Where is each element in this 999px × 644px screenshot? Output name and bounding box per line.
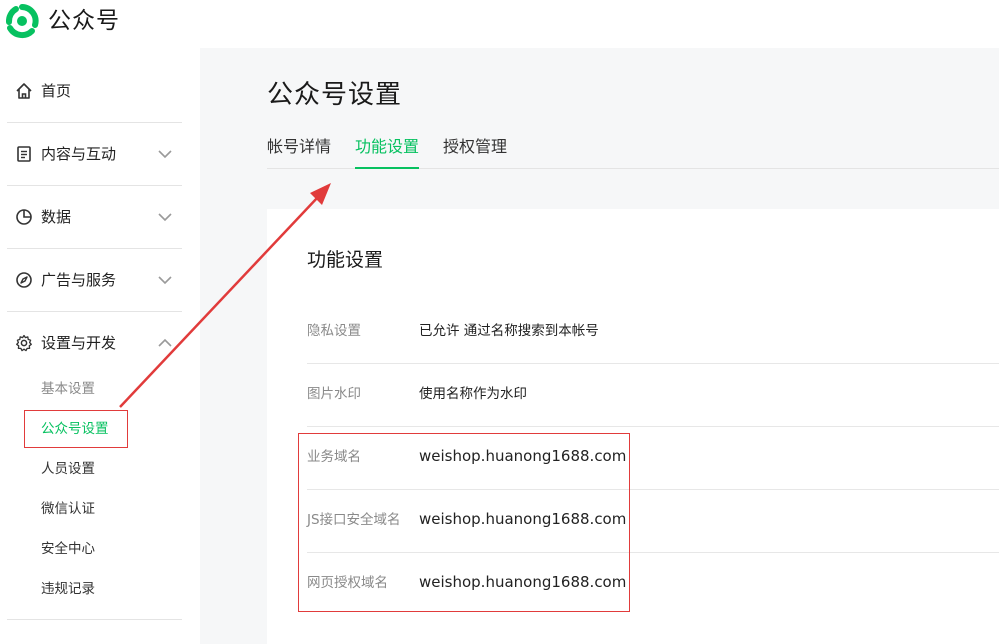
sidebar-item-label: 首页	[41, 82, 72, 100]
brand-title: 公众号	[48, 8, 120, 34]
sidebar-subitem-violation-records[interactable]: 违规记录	[41, 579, 95, 599]
annotation-highlight-box	[298, 433, 630, 612]
sidebar-divider	[7, 619, 182, 620]
setting-value: 已允许 通过名称搜索到本帐号	[419, 323, 599, 339]
logo-icon[interactable]	[4, 3, 40, 39]
home-icon	[16, 83, 32, 99]
setting-value: 使用名称作为水印	[419, 386, 527, 402]
sidebar-item-content[interactable]: 内容与互动	[7, 123, 182, 186]
page-title: 公众号设置	[267, 80, 403, 110]
tab-authorization-management[interactable]: 授权管理	[443, 136, 507, 158]
sidebar-item-label: 广告与服务	[41, 271, 117, 289]
chevron-down-icon[interactable]	[158, 273, 172, 287]
tab-account-details[interactable]: 帐号详情	[267, 136, 331, 158]
setting-row-privacy[interactable]: 隐私设置 已允许 通过名称搜索到本帐号	[307, 300, 999, 364]
sidebar-item-label: 内容与互动	[41, 145, 117, 163]
sidebar-item-ads[interactable]: 广告与服务	[7, 249, 182, 312]
setting-key: 隐私设置	[307, 323, 361, 339]
sidebar-subitem-basic-settings[interactable]: 基本设置	[41, 379, 95, 399]
sidebar-subitem-staff-settings[interactable]: 人员设置	[41, 459, 95, 479]
sidebar-item-data[interactable]: 数据	[7, 186, 182, 249]
chart-icon	[16, 209, 32, 225]
card-title: 功能设置	[307, 249, 384, 271]
compass-icon	[16, 272, 32, 288]
sidebar-subitem-wechat-verification[interactable]: 微信认证	[41, 499, 95, 519]
chevron-down-icon[interactable]	[158, 210, 172, 224]
top-bar: 公众号	[0, 0, 999, 48]
chevron-up-icon[interactable]	[158, 336, 172, 350]
setting-key: 图片水印	[307, 386, 361, 402]
sidebar-subitem-security-center[interactable]: 安全中心	[41, 539, 95, 559]
sidebar-item-settings[interactable]: 设置与开发	[7, 312, 182, 374]
sidebar-item-label: 设置与开发	[41, 334, 117, 352]
setting-row-watermark[interactable]: 图片水印 使用名称作为水印	[307, 363, 999, 427]
tab-feature-settings[interactable]: 功能设置	[355, 136, 419, 158]
sidebar-item-label: 数据	[41, 208, 72, 226]
sidebar-item-home[interactable]: 首页	[7, 60, 182, 123]
document-icon	[17, 146, 31, 162]
gear-icon	[16, 334, 32, 352]
annotation-highlight-box	[24, 410, 128, 448]
active-tab-indicator	[355, 167, 419, 169]
chevron-down-icon[interactable]	[158, 147, 172, 161]
